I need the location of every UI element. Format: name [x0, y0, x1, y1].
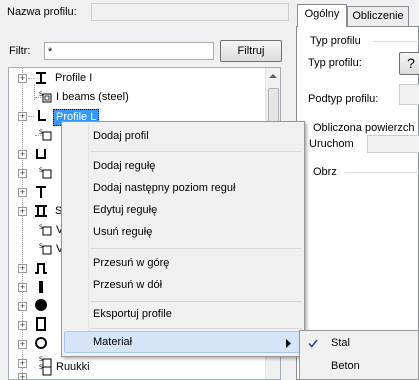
svg-text:S: S — [39, 364, 43, 371]
run-label: Uruchom — [309, 138, 354, 150]
scroll-up-icon[interactable] — [269, 74, 277, 78]
expand-icon[interactable]: + — [18, 207, 27, 216]
svg-text:S: S — [39, 91, 43, 98]
library-icon: S — [39, 129, 52, 141]
svg-text:S: S — [39, 224, 43, 231]
library-icon: S — [39, 364, 52, 376]
svg-text:S: S — [39, 129, 43, 136]
filter-input[interactable]: * — [44, 42, 214, 60]
tree-item-label[interactable]: Ruukki — [56, 360, 90, 375]
menu-item-edit-rule[interactable]: Edytuj regułę — [93, 204, 157, 216]
calculated-surface-group: Obliczona powierzch — [313, 122, 415, 134]
expand-icon[interactable]: + — [18, 74, 27, 83]
l-profile-icon — [38, 110, 46, 121]
profile-type-label: Typ profilu: — [308, 57, 362, 69]
submenu-item-steel[interactable]: Stal — [331, 337, 350, 349]
expand-icon[interactable]: + — [18, 321, 27, 330]
filter-label: Filtr: — [9, 45, 31, 57]
profile-name-label: Nazwa profilu: — [7, 6, 77, 18]
submenu-item-concrete[interactable]: Beton — [331, 360, 360, 372]
circular-tube-icon — [35, 337, 47, 349]
submenu-arrow-icon — [286, 339, 291, 348]
menu-item-export-profiles[interactable]: Eksportuj profile — [93, 308, 172, 320]
flat-bar-icon — [39, 281, 43, 293]
help-button[interactable]: ? — [399, 52, 419, 75]
filter-button[interactable]: Filtruj — [220, 40, 282, 62]
menu-item-add-rule-level[interactable]: Dodaj następny poziom reguł — [93, 182, 235, 194]
menu-item-add-profile[interactable]: Dodaj profil — [93, 130, 149, 142]
library-icon: S — [39, 167, 52, 179]
omega-profile-icon — [35, 263, 47, 274]
tree-item-label[interactable]: I beams (steel) — [56, 90, 129, 105]
expand-icon[interactable]: + — [18, 340, 27, 349]
menu-item-move-up[interactable]: Przesuń w górę — [93, 257, 169, 269]
expand-icon[interactable]: + — [18, 264, 27, 273]
expand-icon[interactable]: + — [18, 302, 27, 311]
context-menu: Dodaj profil Dodaj regułę Dodaj następny… — [61, 121, 305, 357]
profile-name-field[interactable] — [91, 3, 289, 21]
tab-calculation[interactable]: Obliczenie — [347, 6, 409, 27]
menu-item-move-down[interactable]: Przesuń w dół — [93, 279, 162, 291]
profile-subtype-label: Podtyp profilu: — [308, 93, 379, 105]
material-submenu: Stal Beton — [299, 330, 419, 380]
checkmark-icon — [308, 339, 318, 348]
menu-item-add-rule[interactable]: Dodaj regułę — [93, 160, 155, 172]
profile-type-group: Typ profilu — [310, 35, 361, 47]
round-bar-icon — [35, 299, 47, 311]
expand-icon[interactable]: + — [18, 150, 27, 159]
tab-general[interactable]: Ogólny — [297, 4, 347, 27]
expand-icon[interactable]: + — [18, 188, 27, 197]
expand-icon[interactable]: + — [18, 373, 27, 379]
expand-icon[interactable]: + — [18, 169, 27, 178]
library-icon: S — [39, 224, 52, 236]
svg-text:S: S — [39, 167, 43, 174]
general-panel: Typ profilu Typ profilu: ? Podtyp profil… — [296, 26, 419, 380]
scroll-thumb[interactable] — [268, 88, 279, 124]
double-t-icon — [35, 205, 47, 217]
t-profile-icon — [36, 186, 46, 198]
expand-icon[interactable]: + — [18, 112, 27, 121]
menu-item-delete-rule[interactable]: Usuń regułę — [93, 226, 152, 238]
profile-subtype-field[interactable] — [399, 84, 419, 105]
expand-icon[interactable]: + — [18, 283, 27, 292]
u-profile-icon — [36, 149, 46, 159]
svg-text:S: S — [39, 356, 43, 363]
svg-text:S: S — [39, 243, 43, 250]
library-icon: S — [39, 91, 52, 103]
tree-item-label[interactable]: Profile I — [55, 71, 92, 86]
run-field[interactable] — [367, 135, 419, 153]
library-icon: S — [39, 243, 52, 255]
outline-group: Obrz — [313, 166, 337, 178]
menu-item-material[interactable]: Materiał — [93, 336, 132, 348]
expand-icon[interactable]: + — [18, 359, 27, 368]
i-beam-icon — [36, 72, 46, 84]
rectangular-tube-icon — [36, 317, 46, 331]
